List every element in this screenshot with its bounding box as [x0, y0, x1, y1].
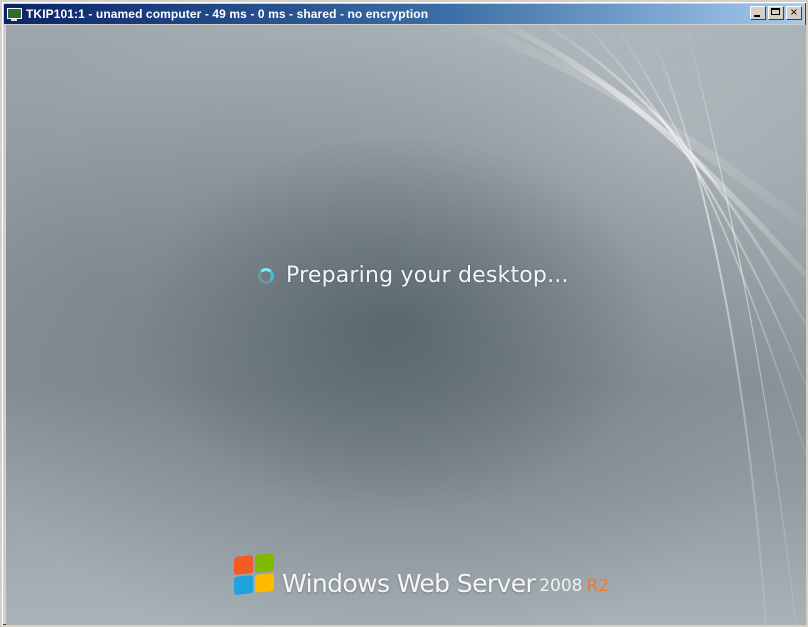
product-brand: Windows Web Server 2008 R2	[232, 552, 609, 596]
product-version: 2008	[539, 576, 583, 596]
status-text: Preparing your desktop...	[286, 263, 569, 288]
window-title: TKIP101:1 - unamed computer - 49 ms - 0 …	[26, 7, 429, 21]
busy-spinner-icon	[258, 267, 274, 284]
title-bar[interactable]: TKIP101:1 - unamed computer - 49 ms - 0 …	[4, 4, 804, 24]
loading-status: Preparing your desktop...	[258, 263, 569, 288]
minimize-button[interactable]	[750, 6, 766, 20]
product-edition: R2	[586, 576, 610, 596]
product-name: Windows Web Server	[282, 569, 536, 598]
remote-desktop-window: TKIP101:1 - unamed computer - 49 ms - 0 …	[0, 0, 808, 627]
vnc-viewer-icon[interactable]	[6, 6, 22, 22]
windows-flag-icon	[232, 550, 276, 599]
remote-screen[interactable]: Preparing your desktop... Windows Web Se…	[6, 25, 806, 625]
maximize-button[interactable]	[768, 6, 784, 20]
window-controls: ×	[748, 6, 802, 20]
close-icon: ×	[789, 7, 799, 18]
close-button[interactable]: ×	[786, 6, 802, 20]
background-light-streaks	[464, 25, 806, 625]
